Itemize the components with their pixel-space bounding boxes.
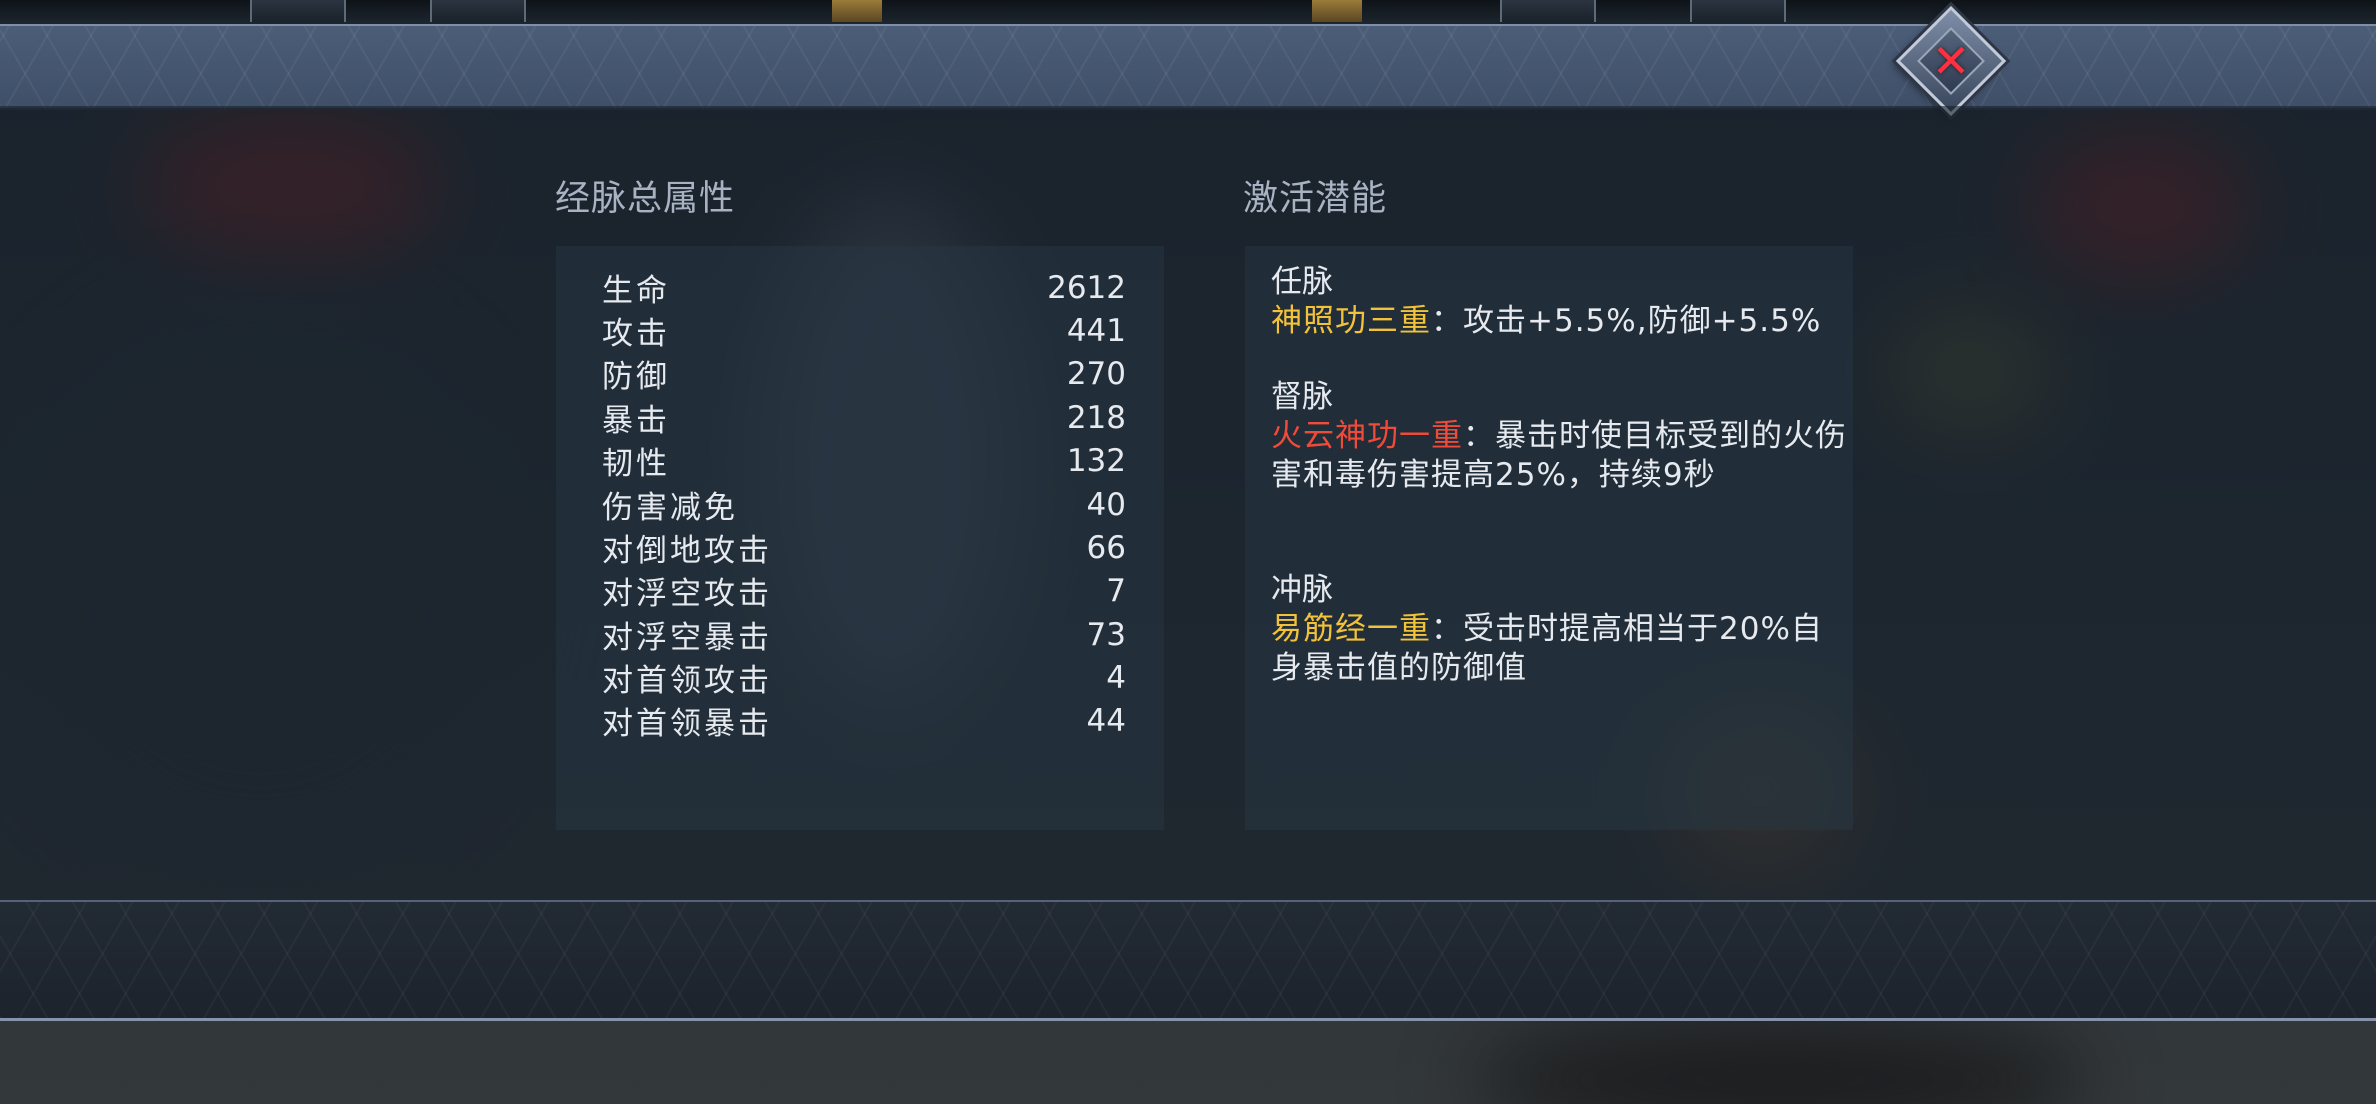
meridian-name: 冲脉 <box>1271 572 1333 608</box>
dialog-header <box>0 24 2376 110</box>
stat-name: 攻击 <box>602 316 670 352</box>
skill-name: 火云神功一重 <box>1271 418 1463 454</box>
top-gold-ornament-1 <box>832 0 882 22</box>
background-dark-area <box>1470 1020 2090 1104</box>
stat-row: 暴击 218 <box>602 396 1126 440</box>
meridian-effect: 神照功三重：攻击+5.5%,防御+5.5% <box>1271 302 1851 341</box>
stat-name: 对倒地攻击 <box>602 533 772 569</box>
stat-value: 270 <box>1066 355 1126 392</box>
dialog-footer <box>0 900 2376 1021</box>
stat-value: 2612 <box>1047 269 1126 306</box>
stat-value: 441 <box>1066 312 1126 349</box>
stat-row: 对浮空暴击 73 <box>602 613 1126 657</box>
stat-row: 防御 270 <box>602 352 1126 396</box>
meridian-name: 督脉 <box>1271 379 1333 415</box>
skill-description: ：攻击+5.5%,防御+5.5% <box>1431 303 1822 339</box>
skill-name: 神照功三重 <box>1271 303 1431 339</box>
close-button-frame: ✕ <box>1917 27 1985 95</box>
meridian-name: 任脉 <box>1271 264 1333 300</box>
stat-row: 伤害减免 40 <box>602 483 1126 527</box>
stat-name: 伤害减免 <box>602 490 738 526</box>
stat-name: 对浮空暴击 <box>602 620 772 656</box>
stat-value: 132 <box>1066 442 1126 479</box>
activated-potential-title: 激活潜能 <box>1243 179 1388 219</box>
stat-name: 对首领暴击 <box>602 706 772 742</box>
stat-value: 218 <box>1066 399 1126 436</box>
stat-row: 对倒地攻击 66 <box>602 526 1126 570</box>
potential-panel: 任脉 神照功三重：攻击+5.5%,防御+5.5% 督脉 火云神功一重：暴击时使目… <box>1245 246 1853 830</box>
top-tab-1 <box>250 0 346 22</box>
meridian-effect: 火云神功一重：暴击时使目标受到的火伤害和毒伤害提高25%，持续9秒 <box>1271 417 1851 495</box>
close-x-icon: ✕ <box>1931 34 1971 88</box>
attributes-panel: 生命 2612 攻击 441 防御 270 暴击 218 韧性 132 伤害减免… <box>556 246 1164 830</box>
dialog-body <box>0 106 2376 900</box>
stat-value: 73 <box>1086 616 1126 653</box>
stat-value: 66 <box>1086 529 1126 566</box>
stat-name: 对浮空攻击 <box>602 576 772 612</box>
meridian-entry-du: 督脉 火云神功一重：暴击时使目标受到的火伤害和毒伤害提高25%，持续9秒 <box>1271 377 1851 495</box>
stat-row: 对浮空攻击 7 <box>602 569 1126 613</box>
stat-name: 韧性 <box>602 446 670 482</box>
stat-row: 攻击 441 <box>602 309 1126 353</box>
stat-name: 暴击 <box>602 403 670 439</box>
top-tab-2 <box>430 0 526 22</box>
stat-row: 对首领攻击 4 <box>602 656 1126 700</box>
stat-row: 生命 2612 <box>602 266 1126 310</box>
top-toolbar-strip <box>0 0 2376 26</box>
top-gold-ornament-2 <box>1312 0 1362 22</box>
stat-value: 7 <box>1106 572 1126 609</box>
stat-row: 对首领暴击 44 <box>602 699 1126 743</box>
skill-name: 易筋经一重 <box>1271 611 1431 647</box>
meridian-total-attributes-title: 经脉总属性 <box>555 179 736 219</box>
stat-name: 生命 <box>602 273 670 309</box>
stat-value: 44 <box>1086 702 1126 739</box>
stat-name: 对首领攻击 <box>602 663 772 699</box>
stat-row: 韧性 132 <box>602 439 1126 483</box>
meridian-entry-chong: 冲脉 易筋经一重：受击时提高相当于20%自身暴击值的防御值 <box>1271 570 1851 688</box>
top-tab-4 <box>1690 0 1786 22</box>
meridian-effect: 易筋经一重：受击时提高相当于20%自身暴击值的防御值 <box>1271 610 1851 688</box>
stat-name: 防御 <box>602 359 670 395</box>
meridian-entry-ren: 任脉 神照功三重：攻击+5.5%,防御+5.5% <box>1271 262 1851 341</box>
top-tab-3 <box>1500 0 1596 22</box>
stat-value: 4 <box>1106 659 1126 696</box>
stat-value: 40 <box>1086 486 1126 523</box>
